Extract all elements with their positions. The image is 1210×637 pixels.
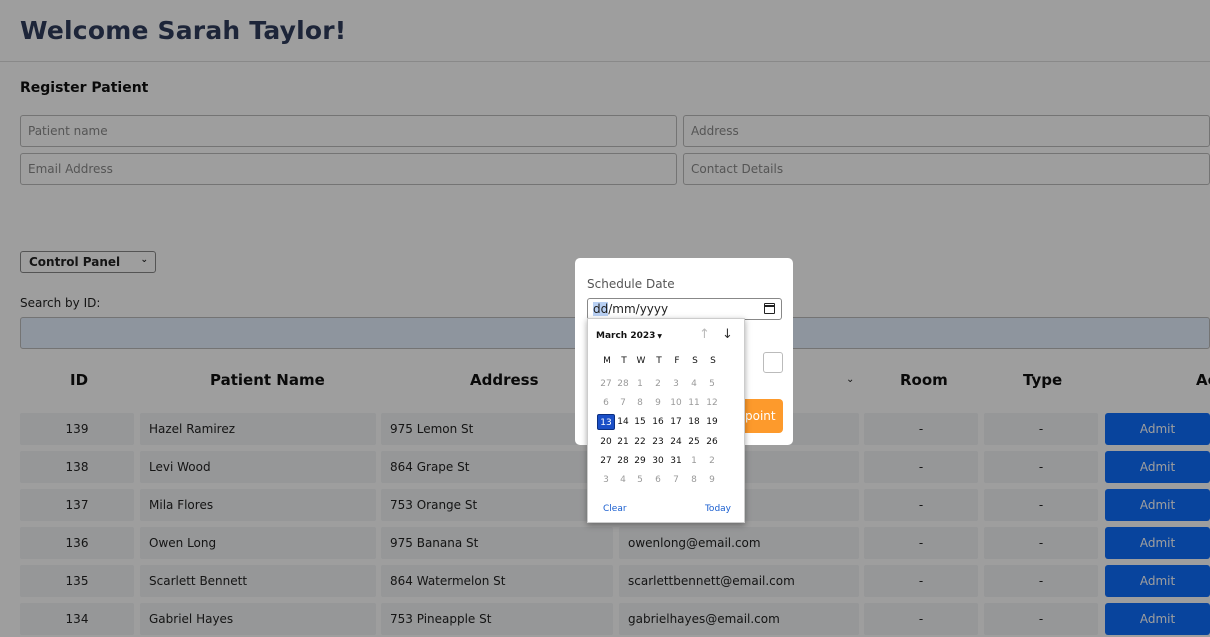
calendar-day[interactable]: 1	[631, 376, 649, 392]
weekday-label: S	[692, 356, 698, 366]
calendar-day[interactable]: 3	[667, 376, 685, 392]
calendar-day[interactable]: 19	[703, 414, 721, 430]
calendar-day[interactable]: 8	[685, 472, 703, 488]
calendar-day[interactable]: 20	[597, 434, 615, 450]
calendar-day[interactable]: 27	[597, 453, 615, 469]
arrow-down-icon[interactable]: ↓	[722, 327, 733, 342]
calendar-day[interactable]: 27	[597, 376, 615, 392]
calendar-day-selected[interactable]: 13	[597, 414, 615, 431]
calendar-day[interactable]: 26	[703, 434, 721, 450]
calendar-day[interactable]: 15	[631, 414, 649, 430]
weekday-label: W	[636, 356, 646, 366]
weekday-label: F	[674, 356, 680, 366]
calendar-day[interactable]: 23	[649, 434, 667, 450]
calendar-day[interactable]: 7	[667, 472, 685, 488]
calendar-day[interactable]: 24	[667, 434, 685, 450]
date-rest-segment[interactable]: /mm/yyyy	[608, 302, 668, 316]
calendar-day[interactable]: 10	[667, 395, 685, 411]
calendar-day[interactable]: 3	[597, 472, 615, 488]
calendar-day[interactable]: 28	[614, 376, 632, 392]
calendar-day[interactable]: 30	[649, 453, 667, 469]
calendar-clear-button[interactable]: Clear	[603, 504, 627, 514]
calendar-day[interactable]: 11	[685, 395, 703, 411]
calendar-day[interactable]: 5	[631, 472, 649, 488]
schedule-appointment-button[interactable]: point	[745, 399, 783, 433]
calendar-day[interactable]: 29	[631, 453, 649, 469]
calendar-day[interactable]: 16	[649, 414, 667, 430]
calendar-day[interactable]: 14	[614, 414, 632, 430]
caret-down-icon: ▼	[657, 333, 663, 340]
weekday-label: T	[656, 356, 662, 366]
calendar-icon[interactable]	[764, 303, 775, 314]
calendar-month-label: March 2023	[596, 331, 656, 341]
calendar-day[interactable]: 21	[614, 434, 632, 450]
weekday-label: S	[710, 356, 716, 366]
calendar-day[interactable]: 9	[649, 395, 667, 411]
calendar-day[interactable]: 9	[703, 472, 721, 488]
calendar-day[interactable]: 5	[703, 376, 721, 392]
calendar-day[interactable]: 6	[597, 395, 615, 411]
calendar-month-selector[interactable]: March 2023 ▼	[596, 331, 662, 341]
date-day-segment[interactable]: dd	[593, 302, 609, 316]
calendar-day[interactable]: 6	[649, 472, 667, 488]
calendar-day[interactable]: 2	[649, 376, 667, 392]
schedule-date-input[interactable]: dd/mm/yyyy	[587, 298, 782, 320]
calendar-day[interactable]: 8	[631, 395, 649, 411]
calendar-day[interactable]: 28	[614, 453, 632, 469]
modal-secondary-input[interactable]	[763, 352, 783, 373]
calendar-day[interactable]: 2	[703, 453, 721, 469]
calendar-day[interactable]: 31	[667, 453, 685, 469]
calendar-day[interactable]: 12	[703, 395, 721, 411]
date-picker-popup: March 2023 ▼ ↑ ↓ M T W T F S S 27 28 1 2 3 4 5 6 7 8 9 10 11…	[587, 318, 745, 523]
calendar-day[interactable]: 4	[614, 472, 632, 488]
schedule-date-label: Schedule Date	[587, 277, 675, 291]
calendar-day[interactable]: 4	[685, 376, 703, 392]
calendar-day[interactable]: 7	[614, 395, 632, 411]
calendar-day[interactable]: 18	[685, 414, 703, 430]
calendar-today-button[interactable]: Today	[705, 504, 731, 514]
calendar-day[interactable]: 22	[631, 434, 649, 450]
calendar-day[interactable]: 25	[685, 434, 703, 450]
calendar-day[interactable]: 1	[685, 453, 703, 469]
calendar-day[interactable]: 17	[667, 414, 685, 430]
arrow-up-icon[interactable]: ↑	[699, 327, 710, 342]
